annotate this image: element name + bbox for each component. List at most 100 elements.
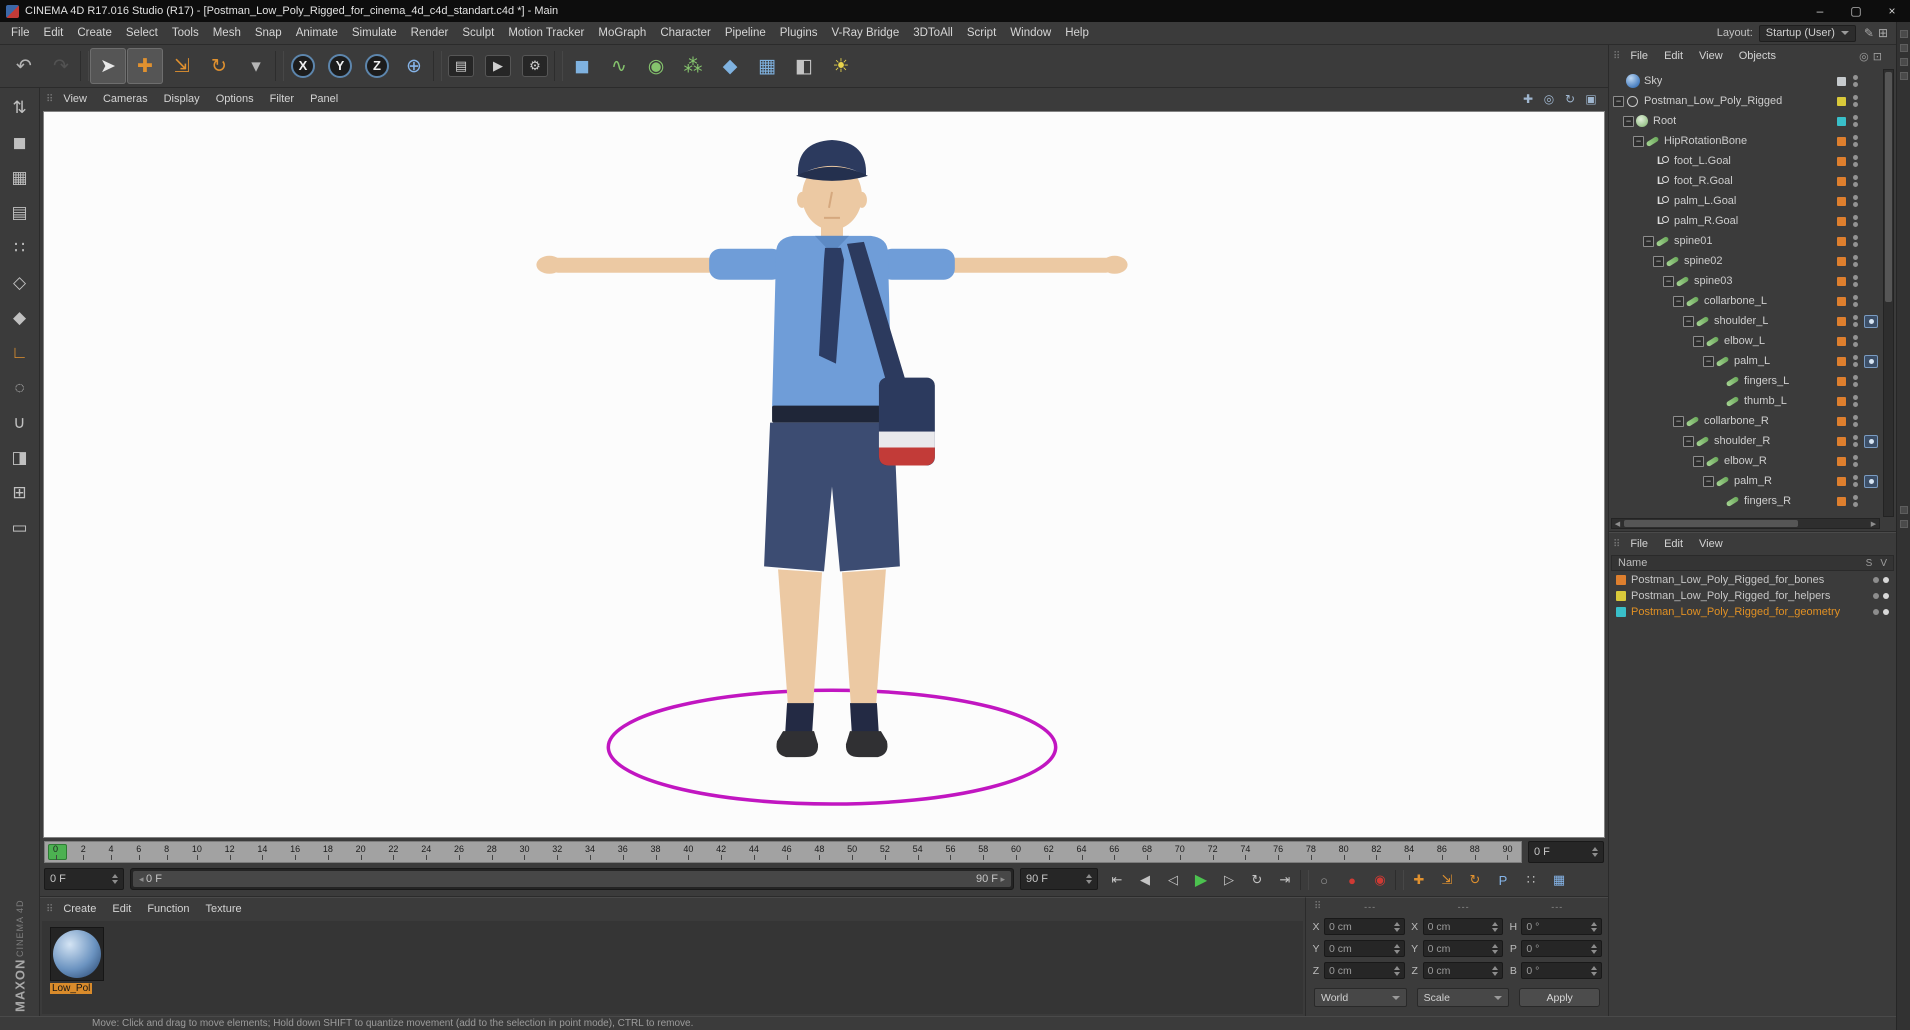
layout-grid-icon[interactable]: ⊞: [1876, 26, 1890, 40]
collapse-expander-icon[interactable]: −: [1703, 355, 1714, 367]
rotate-view-icon[interactable]: ↻: [1561, 91, 1579, 107]
coordinate-value-field[interactable]: 0 cm: [1422, 962, 1504, 979]
visibility-dots-icon[interactable]: [1853, 455, 1858, 467]
zoom-view-icon[interactable]: ◎: [1540, 91, 1558, 107]
menu-item[interactable]: Animate: [289, 22, 345, 44]
environment-icon[interactable]: ▦: [749, 48, 785, 84]
object-label[interactable]: palm_R: [1734, 475, 1772, 487]
dock-tab-icon[interactable]: [1899, 520, 1908, 528]
point-mode-icon[interactable]: ∷: [4, 232, 36, 264]
layer-color-tag[interactable]: [1837, 456, 1846, 466]
visibility-dots-icon[interactable]: [1853, 175, 1858, 187]
object-tree-row[interactable]: − shoulder_R: [1609, 431, 1882, 451]
dock-tab-icon[interactable]: [1899, 44, 1908, 52]
x-axis-lock-icon[interactable]: X: [285, 48, 321, 84]
viewport-menu-item[interactable]: View: [55, 89, 95, 110]
toggle-view-icon[interactable]: ▣: [1582, 91, 1600, 107]
search-icon[interactable]: ◎: [1859, 50, 1869, 63]
object-tree-row[interactable]: − HipRotationBone: [1609, 131, 1882, 151]
key-scale-toggle[interactable]: ⇲: [1434, 868, 1460, 892]
visibility-dots-icon[interactable]: [1853, 315, 1858, 327]
layer-color-tag[interactable]: [1837, 236, 1846, 246]
layer-color-tag[interactable]: [1837, 256, 1846, 266]
coordinate-value-field[interactable]: 0 cm: [1422, 940, 1504, 957]
collapse-expander-icon[interactable]: −: [1653, 255, 1664, 267]
ik-tag-icon[interactable]: [1864, 474, 1878, 488]
layer-color-tag[interactable]: [1837, 296, 1846, 306]
panel-grip-icon[interactable]: ⠿: [1609, 51, 1622, 62]
workplane-mode-icon[interactable]: ▤: [4, 197, 36, 229]
dock-tab-icon[interactable]: [1899, 72, 1908, 80]
coordinate-column-header[interactable]: ---: [1510, 902, 1604, 912]
tool-button[interactable]: [433, 51, 442, 81]
visibility-dots-icon[interactable]: [1853, 195, 1858, 207]
key-position-toggle[interactable]: ✚: [1406, 868, 1432, 892]
collapse-expander-icon[interactable]: −: [1623, 115, 1634, 127]
scroll-right-arrow-icon[interactable]: ▶: [1868, 519, 1879, 528]
light-icon[interactable]: ☀: [823, 48, 859, 84]
visibility-dots-icon[interactable]: [1853, 215, 1858, 227]
primitive-cube-icon[interactable]: ◼: [564, 48, 600, 84]
spinner-arrows-icon[interactable]: [1587, 847, 1598, 857]
apply-button[interactable]: Apply: [1519, 988, 1601, 1007]
coordinate-value-field[interactable]: 0 cm: [1324, 962, 1405, 979]
scale-tool-icon[interactable]: ⇲: [164, 48, 200, 84]
menu-item[interactable]: Snap: [248, 22, 289, 44]
layer-color-icon[interactable]: [1616, 591, 1626, 601]
spinner-arrows-icon[interactable]: [1487, 943, 1499, 954]
object-label[interactable]: shoulder_L: [1714, 315, 1768, 327]
range-right-arrow-icon[interactable]: ▸: [998, 874, 1005, 884]
layer-manager-menu-item[interactable]: View: [1691, 534, 1731, 555]
object-tree-row[interactable]: − shoulder_L: [1609, 311, 1882, 331]
visibility-dots-icon[interactable]: [1853, 275, 1858, 287]
coordinate-column-header[interactable]: ---: [1417, 902, 1511, 912]
object-label[interactable]: palm_L.Goal: [1674, 195, 1736, 207]
menu-item[interactable]: V-Ray Bridge: [824, 22, 906, 44]
object-label[interactable]: foot_L.Goal: [1674, 155, 1731, 167]
collapse-expander-icon[interactable]: −: [1703, 475, 1714, 487]
object-tree-row[interactable]: − elbow_L: [1609, 331, 1882, 351]
layer-row[interactable]: Postman_Low_Poly_Rigged_for_geometry: [1611, 604, 1894, 620]
visibility-dots-icon[interactable]: [1853, 255, 1858, 267]
play-button[interactable]: ▶: [1188, 868, 1214, 892]
spinner-arrows-icon[interactable]: [1586, 965, 1597, 976]
close-button[interactable]: ×: [1874, 0, 1910, 22]
layer-toggle-dots-icon[interactable]: [1873, 609, 1889, 615]
layer-color-tag[interactable]: [1837, 416, 1846, 426]
menu-item[interactable]: Plugins: [773, 22, 825, 44]
texture-mode-icon[interactable]: ▦: [4, 162, 36, 194]
object-tree-row[interactable]: − Postman_Low_Poly_Rigged: [1609, 91, 1882, 111]
layer-color-tag[interactable]: [1837, 496, 1846, 506]
visibility-dots-icon[interactable]: [1853, 115, 1858, 127]
object-manager-menu-item[interactable]: View: [1691, 46, 1731, 67]
object-label[interactable]: collarbone_R: [1704, 415, 1769, 427]
maximize-button[interactable]: ▢: [1838, 0, 1874, 22]
object-label[interactable]: thumb_L: [1744, 395, 1787, 407]
visibility-dots-icon[interactable]: [1853, 295, 1858, 307]
dock-tab-icon[interactable]: [1899, 58, 1908, 66]
viewport-menu-item[interactable]: Options: [208, 89, 262, 110]
menu-item[interactable]: Pipeline: [718, 22, 773, 44]
collapse-expander-icon[interactable]: −: [1673, 295, 1684, 307]
previous-key-button[interactable]: ◀: [1132, 868, 1158, 892]
object-label[interactable]: shoulder_R: [1714, 435, 1770, 447]
collapse-expander-icon[interactable]: −: [1673, 415, 1684, 427]
menu-item[interactable]: Script: [960, 22, 1003, 44]
cycle-button[interactable]: ↻: [1244, 868, 1270, 892]
goto-start-button[interactable]: ⇤: [1104, 868, 1130, 892]
layer-name[interactable]: Postman_Low_Poly_Rigged_for_helpers: [1631, 590, 1830, 602]
collapse-expander-icon[interactable]: −: [1643, 235, 1654, 247]
material-name[interactable]: Low_Pol: [50, 983, 93, 994]
layer-color-tag[interactable]: [1837, 276, 1846, 286]
layer-color-tag[interactable]: [1837, 176, 1846, 186]
panel-grip-icon[interactable]: ⠿: [1609, 539, 1622, 550]
scrollbar-thumb[interactable]: [1885, 72, 1892, 302]
visibility-dots-icon[interactable]: [1853, 375, 1858, 387]
rotate-tool-icon[interactable]: ↻: [201, 48, 237, 84]
spinner-arrows-icon[interactable]: [107, 874, 118, 884]
scroll-left-arrow-icon[interactable]: ◀: [1612, 519, 1623, 528]
collapse-expander-icon[interactable]: −: [1633, 135, 1644, 147]
visibility-dots-icon[interactable]: [1853, 335, 1858, 347]
layer-manager-menu-item[interactable]: File: [1622, 534, 1656, 555]
object-label[interactable]: collarbone_L: [1704, 295, 1767, 307]
